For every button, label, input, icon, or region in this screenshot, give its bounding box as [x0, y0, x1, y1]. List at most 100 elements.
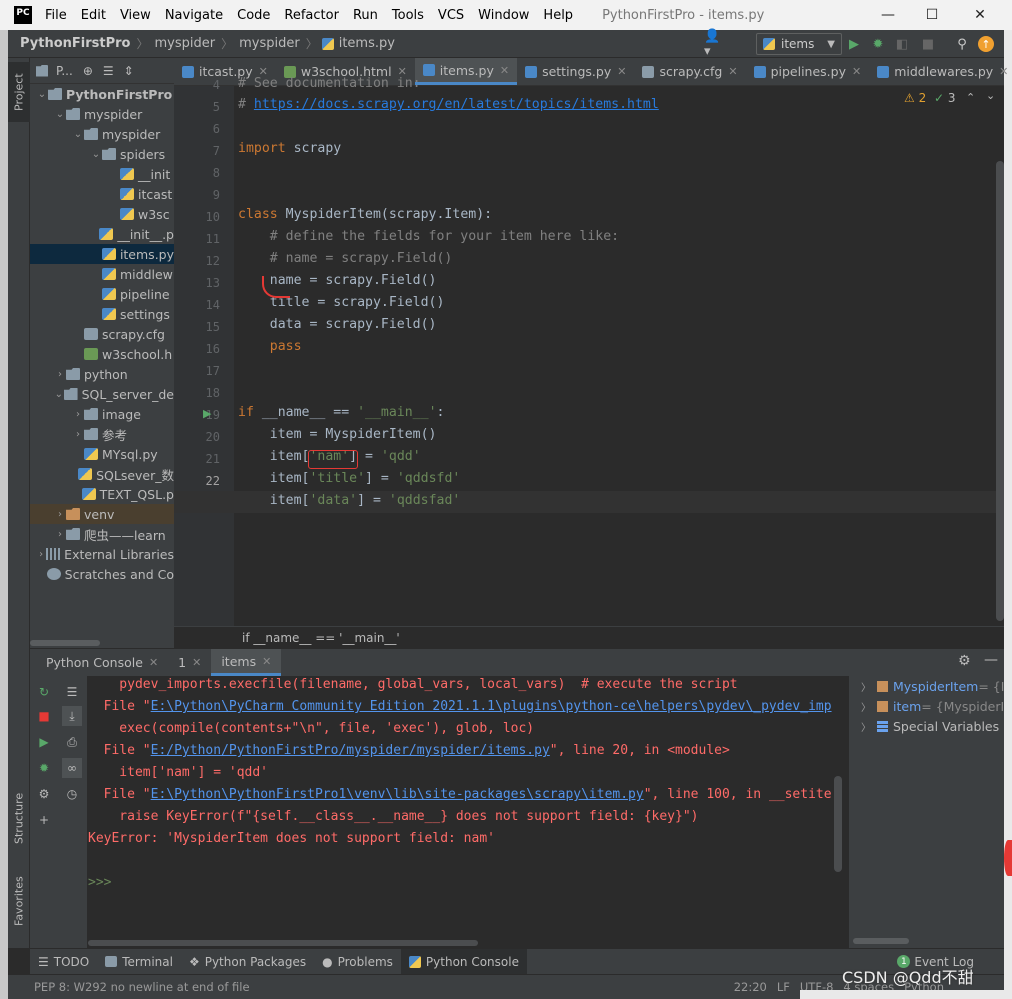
- close-tab-icon[interactable]: ✕: [149, 656, 158, 669]
- run-config-dropdown[interactable]: items ▼: [756, 33, 842, 55]
- tree-item[interactable]: w3school.h: [30, 344, 174, 364]
- expand-icon[interactable]: ⇕: [124, 64, 134, 78]
- tree-item[interactable]: › venv: [30, 504, 174, 524]
- collapse-all-icon[interactable]: ☰: [103, 64, 114, 78]
- variable-row[interactable]: 〉 MyspiderItem = {It: [861, 676, 1004, 696]
- chevron-down-icon[interactable]: ⌄: [90, 149, 102, 160]
- tree-item[interactable]: › python: [30, 364, 174, 384]
- rerun-icon[interactable]: ↻: [34, 682, 54, 702]
- breadcrumb-myspider[interactable]: myspider: [152, 36, 217, 51]
- tree-item[interactable]: pipeline: [30, 284, 174, 304]
- tree-item[interactable]: items.py: [30, 244, 174, 264]
- chevron-right-icon[interactable]: ›: [36, 549, 46, 560]
- debug-icon[interactable]: ✹: [868, 34, 888, 54]
- menu-code[interactable]: Code: [230, 8, 277, 23]
- run-icon[interactable]: ▶: [34, 732, 54, 752]
- run-gutter-icon[interactable]: ▶: [203, 407, 211, 420]
- breadcrumb-myspider-inner[interactable]: myspider: [237, 36, 302, 51]
- close-tab-icon[interactable]: ✕: [999, 65, 1008, 78]
- breadcrumb-file[interactable]: items.py: [337, 36, 397, 51]
- menu-file[interactable]: File: [38, 8, 74, 23]
- close-tab-icon[interactable]: ✕: [728, 65, 737, 78]
- tree-item[interactable]: › External Libraries: [30, 544, 174, 564]
- console-file-link[interactable]: E:/Python/PythonFirstPro/myspider/myspid…: [151, 743, 550, 758]
- tree-item[interactable]: __init__.p: [30, 224, 174, 244]
- console-scrollbar[interactable]: [834, 776, 842, 872]
- menu-view[interactable]: View: [113, 8, 158, 23]
- tree-item[interactable]: › 爬虫——learn: [30, 524, 174, 544]
- hide-panel-icon[interactable]: —: [984, 652, 998, 668]
- status-message[interactable]: PEP 8: W292 no newline at end of file: [34, 980, 250, 994]
- show-variables-icon[interactable]: ∞: [62, 758, 82, 778]
- variable-row[interactable]: 〉 item = {MyspiderIt: [861, 696, 1004, 716]
- python-packages-tab[interactable]: ❖ Python Packages: [181, 949, 314, 975]
- coverage-icon[interactable]: ◧: [892, 34, 912, 54]
- close-tab-icon[interactable]: ✕: [500, 64, 509, 77]
- editor-tab[interactable]: scrapy.cfg ✕: [634, 58, 745, 85]
- editor-tab[interactable]: settings.py ✕: [517, 58, 634, 85]
- console-prompt[interactable]: >>>: [88, 875, 111, 890]
- tree-item[interactable]: __init: [30, 164, 174, 184]
- stop-icon[interactable]: ■: [918, 34, 938, 54]
- menu-refactor[interactable]: Refactor: [277, 8, 346, 23]
- tree-item[interactable]: › image: [30, 404, 174, 424]
- menu-run[interactable]: Run: [346, 8, 385, 23]
- soft-wrap-icon[interactable]: ☰: [62, 682, 82, 702]
- add-icon[interactable]: +: [34, 810, 54, 830]
- variable-row[interactable]: 〉 Special Variables: [861, 716, 999, 736]
- tree-item[interactable]: settings: [30, 304, 174, 324]
- run-icon[interactable]: ▶: [844, 34, 864, 54]
- chevron-right-icon[interactable]: ›: [54, 529, 66, 540]
- editor-scrollbar[interactable]: [996, 86, 1004, 626]
- print-icon[interactable]: ⎙: [62, 732, 82, 752]
- editor-scroll-thumb[interactable]: [996, 161, 1004, 621]
- menu-help[interactable]: Help: [536, 8, 580, 23]
- docs-link[interactable]: https://docs.scrapy.org/en/latest/topics…: [254, 97, 659, 112]
- minimize-button[interactable]: —: [870, 0, 906, 30]
- user-icon[interactable]: 👤▾: [704, 29, 724, 59]
- menu-tools[interactable]: Tools: [385, 8, 431, 23]
- editor-tab[interactable]: pipelines.py ✕: [746, 58, 870, 85]
- line-separator[interactable]: LF: [777, 980, 800, 994]
- menu-edit[interactable]: Edit: [74, 8, 113, 23]
- variables-scrollbar[interactable]: [853, 938, 909, 944]
- tree-item[interactable]: SQLsever_数: [30, 464, 174, 484]
- gear-icon[interactable]: ⚙: [958, 653, 971, 669]
- locate-icon[interactable]: ⊕: [83, 64, 93, 78]
- caret-position[interactable]: 22:20: [734, 980, 777, 994]
- close-tab-icon[interactable]: ✕: [262, 655, 271, 668]
- close-tab-icon[interactable]: ✕: [852, 65, 861, 78]
- structure-tool-tab[interactable]: Structure: [8, 778, 30, 858]
- tree-item[interactable]: ⌄ myspider: [30, 104, 174, 124]
- chevron-right-icon[interactable]: ›: [72, 429, 84, 440]
- tree-item[interactable]: ⌄ SQL_server_de: [30, 384, 174, 404]
- debug-icon[interactable]: ✹: [34, 758, 54, 778]
- tree-item[interactable]: w3sc: [30, 204, 174, 224]
- update-icon[interactable]: ↑: [978, 36, 994, 52]
- console-file-link[interactable]: E:\Python\PythonFirstPro1\venv\lib\site-…: [151, 787, 644, 802]
- tree-item[interactable]: › 参考: [30, 424, 174, 444]
- todo-tab[interactable]: ☰ TODO: [30, 949, 97, 975]
- close-window-button[interactable]: ✕: [962, 0, 998, 30]
- chevron-down-icon[interactable]: ⌄: [54, 389, 64, 400]
- tree-item[interactable]: ⌄ spiders: [30, 144, 174, 164]
- editor-breadcrumb[interactable]: if __name__ == '__main__': [174, 626, 1004, 648]
- console-tab[interactable]: Python Console ✕: [36, 649, 168, 676]
- maximize-button[interactable]: ☐: [914, 0, 950, 30]
- console-tab[interactable]: items ✕: [211, 649, 282, 676]
- weak-warning-icon[interactable]: ✓ 3: [934, 91, 956, 105]
- project-horizontal-scrollbar[interactable]: [30, 640, 100, 646]
- close-tab-icon[interactable]: ✕: [192, 656, 201, 669]
- chevron-down-icon[interactable]: ⌄: [986, 89, 995, 102]
- editor-tab[interactable]: middlewares.py ✕: [869, 58, 1012, 85]
- code-editor[interactable]: [234, 86, 996, 626]
- breadcrumb-project[interactable]: PythonFirstPro: [8, 36, 132, 51]
- chevron-right-icon[interactable]: ›: [54, 509, 66, 520]
- project-tool-tab[interactable]: Project: [8, 62, 30, 122]
- console-horizontal-scrollbar[interactable]: [88, 940, 478, 946]
- search-icon[interactable]: ⚲: [952, 34, 972, 54]
- close-tab-icon[interactable]: ✕: [617, 65, 626, 78]
- menu-vcs[interactable]: VCS: [431, 8, 471, 23]
- scroll-end-icon[interactable]: ⤓: [62, 706, 82, 726]
- favorites-tool-tab[interactable]: Favorites: [8, 866, 30, 936]
